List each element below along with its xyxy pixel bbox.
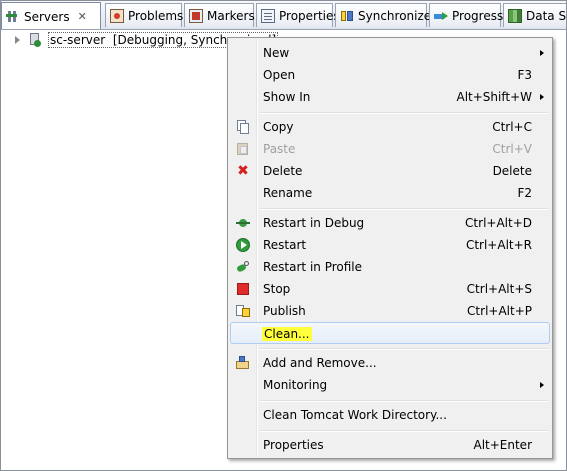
- tab-label: Properties: [279, 8, 340, 23]
- menu-item-open[interactable]: Open F3: [230, 64, 550, 86]
- view-tab-bar: Servers ✕ Problems Markers Properties Sy…: [1, 1, 566, 30]
- menu-item-label: Add and Remove...: [263, 356, 377, 370]
- menu-separator: [260, 208, 548, 210]
- restart-icon: [236, 238, 250, 252]
- servers-icon: [6, 10, 20, 24]
- menu-item-restart-in-profile[interactable]: Restart in Profile: [230, 256, 550, 278]
- markers-icon: [189, 8, 203, 23]
- menu-separator: [260, 400, 548, 402]
- menu-separator: [260, 430, 548, 432]
- menu-item-label: Restart: [263, 238, 307, 252]
- tab-label: Synchronize: [358, 8, 432, 23]
- stop-icon: [237, 283, 249, 295]
- properties-icon: [261, 8, 275, 23]
- menu-separator: [260, 348, 548, 350]
- tab-markers[interactable]: Markers: [184, 3, 255, 27]
- tab-servers[interactable]: Servers ✕: [1, 2, 101, 29]
- tab-label: Problems: [128, 8, 184, 23]
- menu-item-label: Monitoring: [263, 378, 328, 392]
- menu-item-delete[interactable]: ✖ Delete Delete: [230, 160, 550, 182]
- tab-label: Progress: [452, 8, 504, 23]
- menu-item-label: Show In: [263, 90, 311, 104]
- delete-icon: ✖: [237, 163, 249, 179]
- data-source-icon: [508, 8, 522, 23]
- paste-icon: [236, 142, 250, 156]
- menu-item-stop[interactable]: Stop Ctrl+Alt+S: [230, 278, 550, 300]
- menu-item-label: Stop: [263, 282, 291, 296]
- menu-item-restart-in-debug[interactable]: Restart in Debug Ctrl+Alt+D: [230, 212, 550, 234]
- menu-item-rename[interactable]: Rename F2: [230, 182, 550, 204]
- expand-arrow-icon[interactable]: [15, 36, 20, 44]
- menu-item-new[interactable]: New: [230, 42, 550, 64]
- menu-item-properties[interactable]: Properties Alt+Enter: [230, 434, 550, 456]
- servers-view: Servers ✕ Problems Markers Properties Sy…: [0, 0, 567, 471]
- menu-item-shortcut: Ctrl+Alt+D: [465, 216, 532, 230]
- problems-icon: [110, 8, 124, 23]
- server-icon: [28, 33, 42, 47]
- menu-item-label: Paste: [263, 142, 296, 156]
- menu-item-clean-tomcat-work-directory[interactable]: Clean Tomcat Work Directory...: [230, 404, 550, 426]
- menu-item-shortcut: Ctrl+Alt+P: [467, 304, 532, 318]
- menu-item-shortcut: F3: [517, 68, 532, 82]
- menu-item-add-and-remove[interactable]: Add and Remove...: [230, 352, 550, 374]
- menu-item-label: Copy: [263, 120, 294, 134]
- menu-item-shortcut: Alt+Shift+W: [456, 90, 533, 104]
- copy-icon: [236, 120, 250, 134]
- synchronize-icon: [340, 9, 354, 23]
- menu-item-label: Clean Tomcat Work Directory...: [263, 408, 447, 422]
- context-menu: New Open F3 Show In Alt+Shift+W Copy Ctr…: [227, 37, 553, 459]
- submenu-arrow-icon: [540, 382, 544, 388]
- menu-item-monitoring[interactable]: Monitoring: [230, 374, 550, 396]
- menu-item-shortcut: Ctrl+Alt+S: [466, 282, 532, 296]
- menu-item-label: Clean...: [262, 327, 312, 341]
- submenu-arrow-icon: [540, 50, 544, 56]
- menu-item-paste: Paste Ctrl+V: [230, 138, 550, 160]
- menu-item-clean[interactable]: Clean...: [230, 322, 550, 344]
- menu-item-shortcut: Alt+Enter: [473, 438, 532, 452]
- menu-item-label: Restart in Profile: [263, 260, 363, 274]
- tab-problems[interactable]: Problems: [105, 3, 184, 27]
- menu-item-label: Properties: [263, 438, 324, 452]
- menu-item-copy[interactable]: Copy Ctrl+C: [230, 116, 550, 138]
- menu-item-label: Delete: [263, 164, 303, 178]
- progress-icon: [434, 9, 448, 23]
- tab-properties[interactable]: Properties: [256, 3, 340, 27]
- menu-item-label: Publish: [263, 304, 306, 318]
- tab-label: Data So: [526, 8, 566, 23]
- profile-icon: [236, 260, 250, 274]
- menu-item-publish[interactable]: Publish Ctrl+Alt+P: [230, 300, 550, 322]
- tab-label: Markers: [207, 8, 255, 23]
- menu-item-label: Rename: [263, 186, 313, 200]
- close-icon[interactable]: ✕: [78, 10, 87, 23]
- menu-item-shortcut: Ctrl+V: [492, 142, 532, 156]
- menu-item-restart[interactable]: Restart Ctrl+Alt+R: [230, 234, 550, 256]
- menu-separator: [260, 112, 548, 114]
- add-remove-icon: [236, 356, 250, 370]
- submenu-arrow-icon: [540, 94, 544, 100]
- menu-item-shortcut: Ctrl+Alt+R: [465, 238, 532, 252]
- server-name: sc-server: [50, 33, 106, 47]
- tab-synchronize[interactable]: Synchronize: [335, 3, 431, 27]
- menu-item-label: Restart in Debug: [263, 216, 365, 230]
- tab-label: Servers: [24, 9, 70, 24]
- menu-item-shortcut: F2: [517, 186, 532, 200]
- tab-progress[interactable]: Progress: [429, 3, 504, 27]
- menu-item-label: New: [263, 46, 290, 60]
- menu-item-show-in[interactable]: Show In Alt+Shift+W: [230, 86, 550, 108]
- menu-item-shortcut: Ctrl+C: [492, 120, 532, 134]
- publish-icon: [236, 304, 250, 318]
- menu-item-label: Open: [263, 68, 296, 82]
- text-highlight: Clean...: [262, 327, 312, 341]
- debug-icon: [236, 216, 250, 230]
- tab-data-source[interactable]: Data So: [503, 3, 566, 27]
- menu-item-shortcut: Delete: [492, 164, 532, 178]
